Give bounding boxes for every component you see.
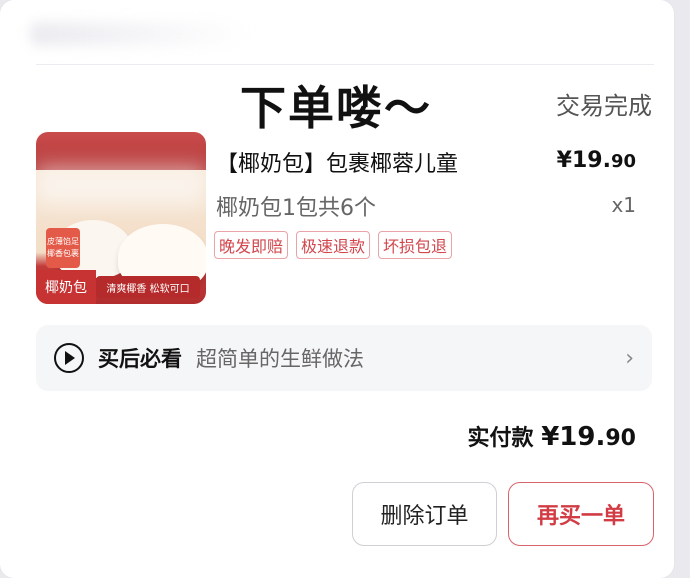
image-slogan: 清爽椰香 松软可口 [96, 276, 200, 298]
product-price: ¥19.90 [557, 148, 636, 173]
image-blur [36, 166, 206, 206]
guide-label: 买后必看 [98, 347, 182, 371]
service-badges: 晚发即赔 极速退款 坏损包退 [214, 231, 453, 259]
order-card: 下单喽～ 交易完成 皮薄馅足 椰香包裹 椰奶包 清爽椰香 松软可口 【椰奶包】包… [0, 0, 674, 578]
order-status: 交易完成 [556, 92, 652, 120]
payment-amount-main: ¥19. [541, 422, 606, 452]
badge-damage-return: 坏损包退 [378, 231, 453, 259]
rebuy-button[interactable]: 再买一单 [508, 482, 654, 546]
chevron-right-icon: › [625, 345, 634, 371]
guide-text: 超简单的生鲜做法 [196, 347, 364, 371]
payment-amount-cents: 90 [605, 426, 636, 451]
blurred-shop-name [30, 22, 250, 46]
price-main: ¥19. [556, 148, 611, 173]
badge-fast-refund: 极速退款 [296, 231, 371, 259]
product-image[interactable]: 皮薄馅足 椰香包裹 椰奶包 清爽椰香 松软可口 [36, 132, 206, 304]
after-purchase-guide[interactable]: 买后必看 超简单的生鲜做法 › [36, 325, 652, 391]
payment-total: 实付款 ¥19.90 [468, 420, 636, 452]
price-cents: 90 [610, 151, 636, 172]
title-fade [480, 146, 540, 176]
image-side-tag-line1: 皮薄馅足 [47, 237, 79, 246]
image-side-tag-line2: 椰香包裹 [47, 249, 79, 258]
payment-label: 实付款 [467, 426, 534, 451]
image-side-tag: 皮薄馅足 椰香包裹 [46, 228, 80, 268]
payment-amount: ¥19.90 [541, 422, 636, 452]
play-circle-icon [54, 343, 84, 373]
badge-late-compensation: 晚发即赔 [214, 231, 289, 259]
overlay-headline: 下单喽～ [240, 81, 432, 135]
delete-order-button[interactable]: 删除订单 [352, 482, 497, 546]
divider [36, 64, 654, 65]
image-product-name: 椰奶包 [36, 270, 96, 304]
product-quantity: x1 [611, 193, 636, 217]
product-spec: 椰奶包1包共6个 [216, 196, 376, 221]
